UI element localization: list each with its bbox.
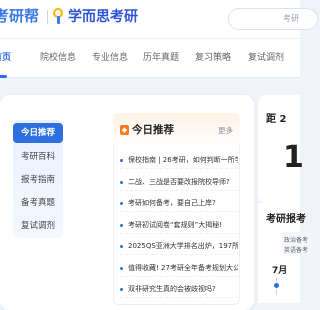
nav-item-retest-adjust[interactable]: 复试调剂 [248, 39, 284, 78]
side-item-exam-papers[interactable]: 备考真题 [13, 193, 63, 213]
nav-item-label: 专业信息 [92, 53, 129, 63]
calendar-tag[interactable]: 政治备考 [284, 235, 308, 244]
xueersi-mark-icon [53, 8, 65, 24]
news-list-item[interactable]: 2025QS亚洲大学排名出炉，197所中国高校 [120, 237, 238, 255]
logo-divider [47, 10, 48, 24]
nav-active-underline [0, 75, 7, 78]
countdown-label: 距 2 [266, 114, 287, 125]
bullet-icon [120, 180, 123, 184]
bullet-icon [120, 287, 123, 291]
nav-item-label: 复试调剂 [248, 53, 285, 63]
chevron-right-icon[interactable]: › [229, 125, 232, 134]
exam-calendar-title: 考研报考 [266, 214, 306, 225]
bullet-icon [120, 158, 123, 162]
bullet-icon [120, 244, 123, 248]
news-list-item[interactable]: 值得收藏! 27考研全年备考规划大公开! [120, 259, 238, 277]
news-panel-title: 今日推荐 [132, 124, 174, 136]
nav-item-label: 首页 [0, 53, 12, 63]
bullet-icon [120, 201, 123, 205]
xueersi-logo[interactable]: 学而思考研 [53, 5, 138, 27]
nav-item-home[interactable]: 首页 [0, 39, 11, 78]
side-item-today-recommend[interactable]: 今日推荐 [13, 123, 63, 143]
nav-item-label: 院校信息 [40, 53, 77, 63]
search-placeholder: 考研 [283, 14, 299, 23]
timeline-dot [274, 283, 279, 288]
side-item-retest-adjust[interactable]: 复试调剂 [13, 216, 63, 236]
news-list-item[interactable]: 考研初试阅卷“套规则”大揭秘! [120, 216, 238, 234]
side-item-application-guide[interactable]: 报考指南 [13, 170, 63, 190]
partner-logo-text: 学而思考研 [68, 9, 138, 25]
countdown-number: 1 [283, 140, 304, 175]
nav-item-past-exams[interactable]: 历年真题 [143, 39, 179, 78]
bullet-icon [120, 223, 123, 227]
nav-item-review-strategy[interactable]: 复习策略 [195, 39, 231, 78]
news-list-item[interactable]: 考研如何备考，要自己上岸? [120, 194, 238, 212]
calendar-tag[interactable]: 英语备考 [284, 245, 308, 254]
nav-item-major-info[interactable]: 专业信息 [92, 39, 128, 78]
nav-item-school-info[interactable]: 院校信息 [40, 39, 76, 78]
calendar-month-label: 7月 [272, 266, 288, 276]
search-input[interactable]: 考研 [228, 8, 318, 30]
nav-item-label: 复习策略 [195, 53, 232, 63]
side-item-encyclopedia[interactable]: 考研百科 [13, 147, 63, 167]
nav-item-label: 历年真题 [143, 53, 180, 63]
news-list-item[interactable]: 保校指南 | 26考研，如何判断一所学校是否 [120, 151, 238, 169]
news-list-item[interactable]: 双非研究生真的会被歧视吗? [120, 280, 238, 298]
bookmark-icon: ◆ [120, 125, 129, 135]
main-nav: 首页 院校信息 专业信息 历年真题 复习策略 复试调剂 [0, 38, 300, 78]
kaoyanbang-logo[interactable]: 考研帮 [0, 5, 39, 27]
news-list-item[interactable]: 二战、三战是否要改报院校导师? [120, 173, 238, 191]
bullet-icon [120, 266, 123, 270]
